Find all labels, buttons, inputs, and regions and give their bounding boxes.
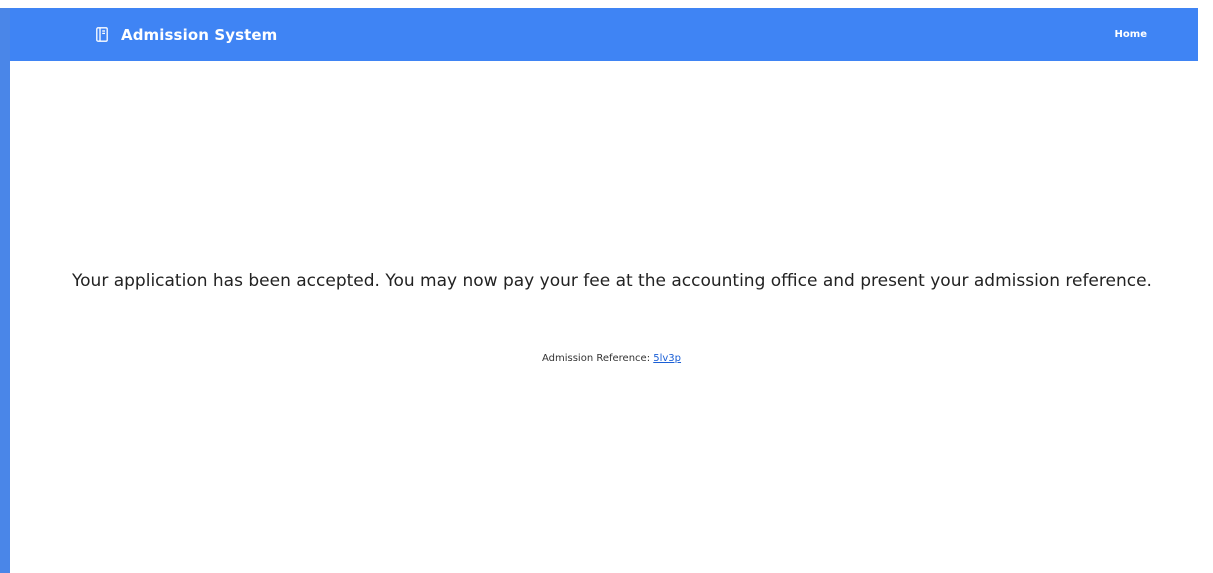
admission-reference: Admission Reference: 5lv3p xyxy=(10,353,1213,364)
brand[interactable]: Admission System xyxy=(96,8,277,61)
top-edge xyxy=(0,0,1213,8)
nav-home-link[interactable]: Home xyxy=(1115,8,1147,61)
main-content: Your application has been accepted. You … xyxy=(10,61,1213,573)
reference-link[interactable]: 5lv3p xyxy=(653,353,681,364)
book-icon xyxy=(96,27,108,42)
left-accent-bar xyxy=(0,8,10,573)
brand-title: Admission System xyxy=(121,25,278,44)
acceptance-message: Your application has been accepted. You … xyxy=(72,271,1152,291)
page: Admission System Home Your application h… xyxy=(0,0,1213,573)
navbar: Admission System Home xyxy=(10,8,1198,61)
reference-label: Admission Reference: xyxy=(541,353,651,364)
